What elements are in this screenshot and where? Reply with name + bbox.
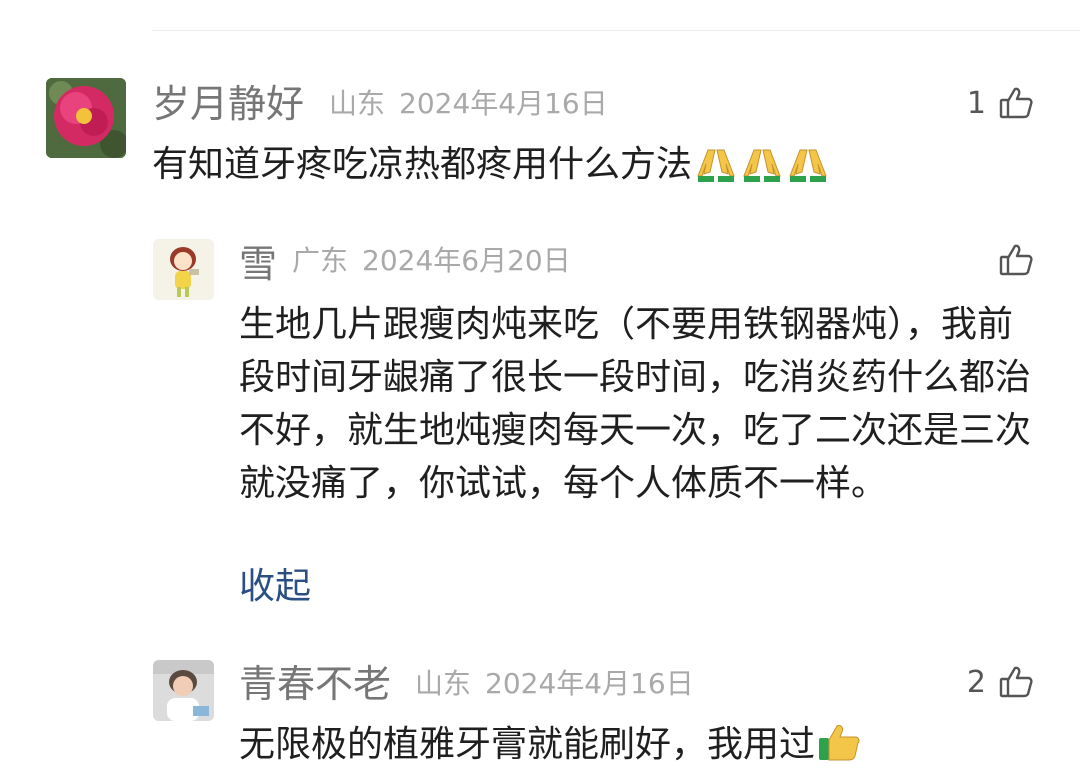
comment-text: 有知道牙疼吃凉热都疼用什么方法 <box>152 138 1012 197</box>
avatar[interactable] <box>46 78 126 158</box>
pray-emoji-icon <box>786 144 830 197</box>
comment-meta: 山东 2024年4月16日 <box>329 87 608 121</box>
date: 2024年4月16日 <box>399 87 608 120</box>
comment-meta: 广东 2024年6月20日 <box>292 244 571 278</box>
comment-text: 生地几片跟瘦肉炖来吃（不要用铁钢器炖），我前段时间牙龈痛了很长一段时间，吃消炎药… <box>239 304 1032 504</box>
collapse-link[interactable]: 收起 <box>239 565 311 609</box>
thumbs-up-outline-icon <box>999 87 1033 119</box>
location: 山东 <box>329 87 386 120</box>
comment-meta: 山东 2024年4月16日 <box>415 667 694 701</box>
date: 2024年6月20日 <box>362 244 571 277</box>
user-name[interactable]: 雪 <box>239 242 277 286</box>
date: 2024年4月16日 <box>485 667 694 700</box>
like-button[interactable] <box>998 242 1034 278</box>
thumbs-up-emoji-icon <box>817 722 861 777</box>
avatar[interactable] <box>153 660 214 721</box>
pray-emoji-icon <box>740 144 784 197</box>
like-count: 1 <box>966 85 986 121</box>
location: 广东 <box>292 244 349 277</box>
comment-text-content: 有知道牙疼吃凉热都疼用什么方法 <box>152 144 693 185</box>
avatar[interactable] <box>153 239 214 300</box>
pray-emoji-icon <box>694 144 738 197</box>
user-name[interactable]: 岁月静好 <box>152 82 304 126</box>
top-divider <box>152 30 1080 31</box>
like-button[interactable]: 2 <box>967 664 1034 700</box>
thumbs-up-outline-icon <box>999 666 1033 698</box>
thumbs-up-outline-icon <box>999 244 1033 276</box>
location: 山东 <box>415 667 472 700</box>
comment-text: 无限极的植雅牙膏就能刷好，我用过 <box>239 718 1039 777</box>
like-count: 2 <box>966 664 986 700</box>
user-name[interactable]: 青春不老 <box>239 662 391 706</box>
like-button[interactable]: 1 <box>967 85 1034 121</box>
comment-text-content: 无限极的植雅牙膏就能刷好，我用过 <box>239 724 816 765</box>
